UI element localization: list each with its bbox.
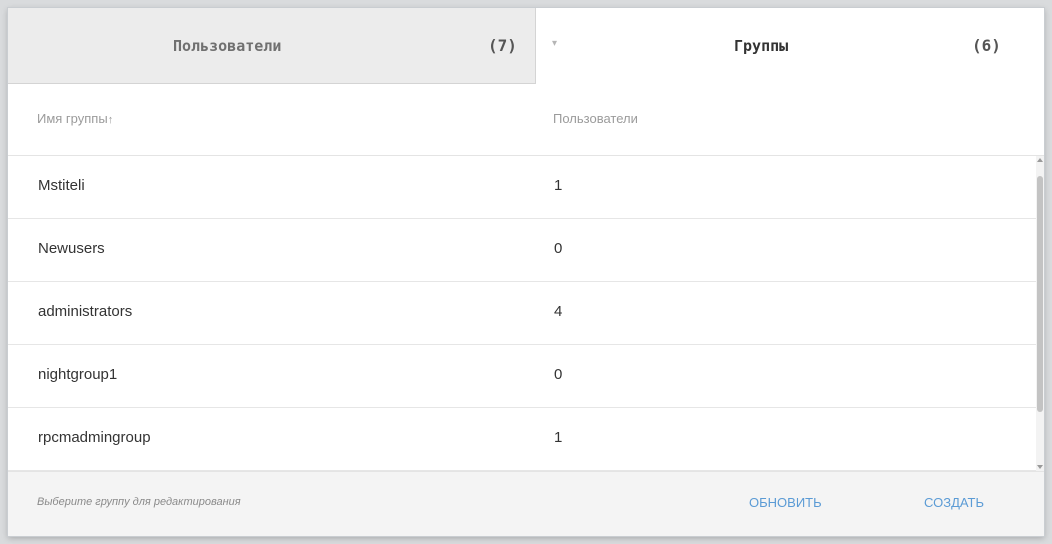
tab-users-count: (7) [488,36,517,55]
scroll-down-arrow-icon[interactable] [1037,465,1043,469]
sort-ascending-icon: ↑ [107,114,114,126]
table-row[interactable]: administrators 4 [8,282,1036,345]
group-user-count: 0 [554,240,563,257]
tab-bar: Пользователи (7) ▾ Группы (6) [8,8,1044,84]
tab-users-label: Пользователи [173,37,282,55]
refresh-button[interactable]: ОБНОВИТЬ [749,495,822,510]
group-name: Newusers [38,240,105,257]
table-row[interactable]: nightgroup1 0 [8,345,1036,408]
column-header-group-name[interactable]: Имя группы↑ [37,111,113,126]
footer-bar: Выберите группу для редактирования ОБНОВ… [8,471,1044,536]
create-button[interactable]: СОЗДАТЬ [924,495,984,510]
group-name: rpcmadmingroup [38,429,151,446]
group-name: nightgroup1 [38,366,118,383]
scrollbar-thumb[interactable] [1037,176,1043,412]
group-name: Mstiteli [38,177,85,194]
table-header: Имя группы↑ Пользователи [8,84,1044,156]
table-row[interactable]: Newusers 0 [8,219,1036,282]
group-user-count: 0 [554,366,563,383]
list-scrollbar[interactable] [1036,156,1044,471]
group-user-count: 1 [554,177,563,194]
tab-users[interactable]: Пользователи (7) [8,8,536,84]
column-header-users[interactable]: Пользователи [553,111,638,126]
tab-groups-count: (6) [972,36,1001,55]
column-header-group-name-label: Имя группы [37,111,108,126]
group-user-count: 4 [554,303,563,320]
footer-hint-text: Выберите группу для редактирования [37,496,241,508]
tab-groups-label: Группы [734,37,789,55]
tab-groups[interactable]: ▾ Группы (6) [536,8,1044,84]
group-list: Mstiteli 1 Newusers 0 administrators 4 n… [8,156,1036,471]
scroll-up-arrow-icon[interactable] [1037,158,1043,162]
table-row[interactable]: Mstiteli 1 [8,156,1036,219]
groups-panel: Пользователи (7) ▾ Группы (6) Имя группы… [8,8,1044,536]
group-user-count: 1 [554,429,563,446]
chevron-down-icon: ▾ [552,38,558,49]
table-row[interactable]: rpcmadmingroup 1 [8,408,1036,471]
group-name: administrators [38,303,133,320]
